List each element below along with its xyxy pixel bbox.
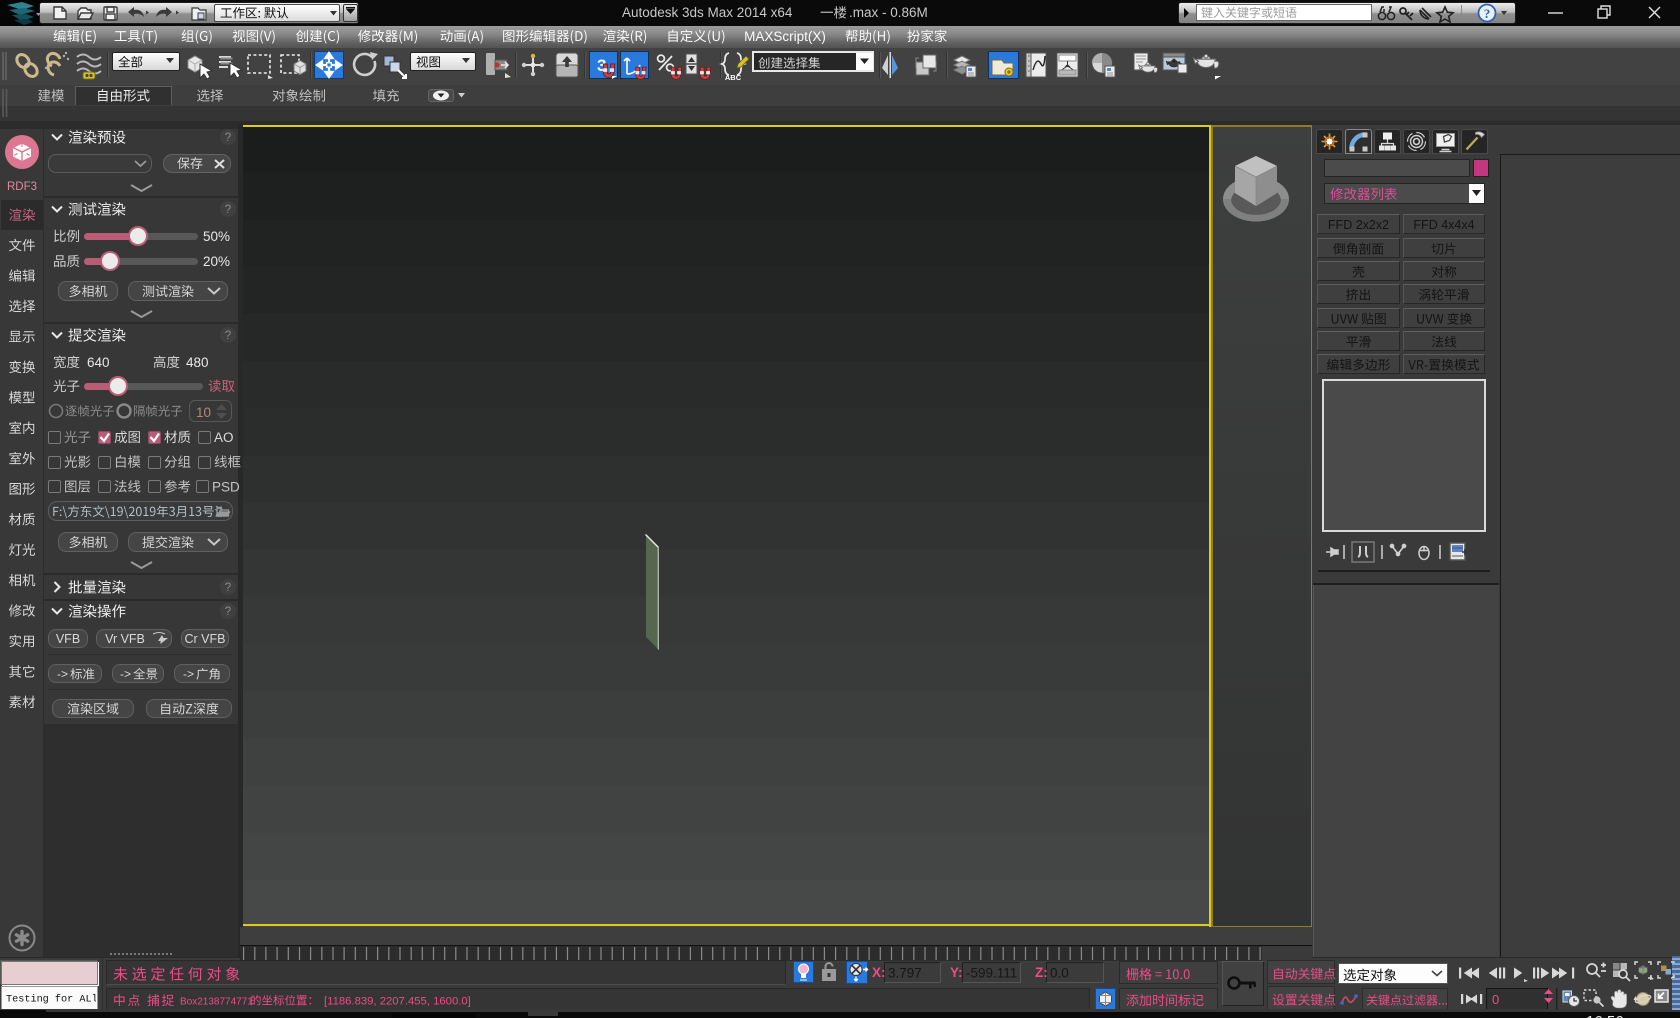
svg-text:3.797: 3.797 — [888, 966, 922, 981]
svg-text:50%: 50% — [203, 229, 230, 244]
svg-text:?: ? — [225, 606, 231, 618]
svg-text:Y:: Y: — [950, 965, 963, 980]
svg-text:?: ? — [225, 330, 231, 342]
svg-text:0.0: 0.0 — [1050, 966, 1069, 981]
svg-text:-599.111: -599.111 — [966, 966, 1017, 981]
svg-text:Testing for ALl.: Testing for ALl. — [6, 994, 104, 1006]
svg-text:RDF3: RDF3 — [7, 181, 37, 193]
svg-text:480: 480 — [186, 355, 209, 370]
svg-text:?: ? — [1484, 6, 1491, 21]
svg-text:20%: 20% — [203, 254, 230, 269]
svg-text:Z:: Z: — [1035, 965, 1048, 980]
svg-text:?: ? — [225, 204, 231, 216]
svg-text:Autodesk 3ds Max 2014 x64: Autodesk 3ds Max 2014 x64 — [622, 5, 793, 20]
svg-text:->: -> — [57, 667, 68, 681]
svg-text:640: 640 — [87, 355, 110, 370]
svg-text:->: -> — [183, 667, 194, 681]
svg-text:MAXScript(X): MAXScript(X) — [744, 29, 826, 44]
svg-text:PSD: PSD — [212, 479, 240, 494]
svg-text:Vr VFB: Vr VFB — [105, 632, 145, 646]
svg-text:10: 10 — [196, 405, 211, 420]
svg-text:16:56: 16:56 — [1586, 1013, 1624, 1018]
svg-text:->: -> — [120, 667, 131, 681]
svg-text:?: ? — [225, 582, 231, 594]
svg-text:0: 0 — [1492, 992, 1499, 1007]
svg-text:AO: AO — [214, 430, 234, 445]
svg-text:.max - 0.86M: .max - 0.86M — [849, 5, 928, 20]
svg-text:X:: X: — [872, 965, 886, 980]
svg-text:FFD 4x4x4: FFD 4x4x4 — [1413, 218, 1474, 232]
svg-text:ABC: ABC — [725, 73, 742, 82]
svg-text:Box2138774771: Box2138774771 — [180, 997, 253, 1008]
svg-text:VFB: VFB — [56, 632, 80, 646]
svg-text:Cr VFB: Cr VFB — [185, 632, 226, 646]
svg-text:FFD 2x2x2: FFD 2x2x2 — [1328, 218, 1389, 232]
svg-text:[1186.839, 2207.455, 1600.0]: [1186.839, 2207.455, 1600.0] — [324, 996, 471, 1008]
svg-text:?: ? — [225, 132, 231, 144]
